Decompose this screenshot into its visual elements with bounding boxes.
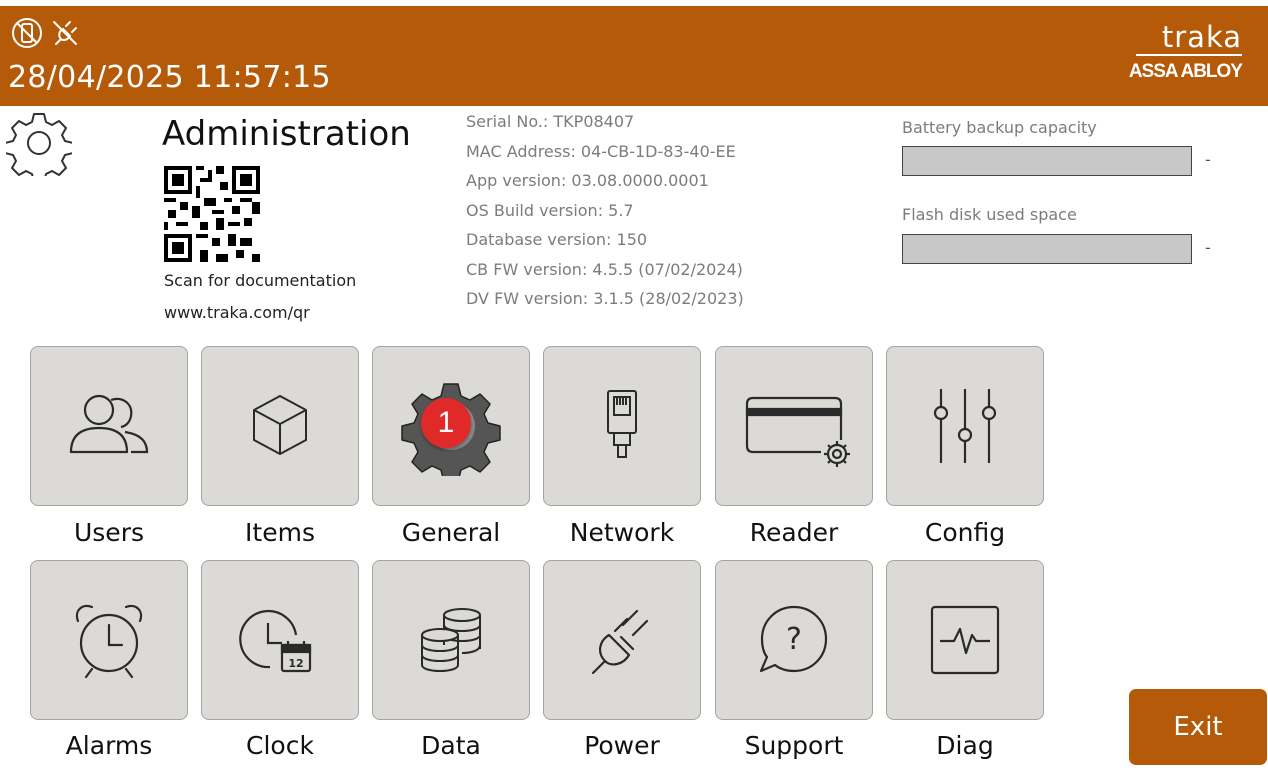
tile-items-label: Items [245, 518, 315, 547]
tile-network[interactable] [543, 346, 701, 506]
notification-badge: 1 [421, 398, 471, 448]
users-icon [69, 394, 149, 454]
qr-caption: Scan for documentation [164, 271, 357, 290]
sliders-icon [933, 389, 997, 463]
battery-bar [902, 146, 1192, 176]
tile-reader-label: Reader [749, 518, 839, 547]
tile-general-label: General [401, 518, 501, 547]
tile-diag[interactable] [886, 560, 1044, 720]
pulse-monitor-icon [930, 605, 1000, 675]
info-serial: Serial No.: TKP08407 [466, 112, 635, 131]
info-os-build: OS Build version: 5.7 [466, 200, 634, 220]
card-reader-icon [745, 396, 850, 467]
database-icon [421, 608, 481, 672]
brand-sub: ASSA ABLOY [1128, 61, 1243, 82]
tile-power-label: Power [584, 731, 660, 760]
help-bubble-icon: ? [759, 605, 828, 673]
info-dv-fw: DV FW version: 3.1.5 (28/02/2023) [466, 289, 744, 308]
tile-config-label: Config [924, 518, 1006, 547]
tile-support-label: Support [744, 731, 844, 760]
alarm-clock-icon [75, 604, 143, 679]
tile-diag-label: Diag [936, 731, 994, 760]
clock-calendar-icon: 12 [239, 609, 312, 673]
tile-users-label: Users [73, 518, 144, 547]
flash-label: Flash disk used space [902, 205, 1077, 224]
no-mobile-icon [12, 18, 42, 48]
brand-logo: traka ASSA ABLOY [1122, 20, 1243, 83]
tile-clock-label: Clock [246, 731, 314, 760]
tile-network-label: Network [569, 518, 675, 547]
tile-users[interactable] [30, 346, 188, 506]
info-cb-fw: CB FW version: 4.5.5 (07/02/2024) [466, 259, 743, 279]
unplugged-icon [53, 21, 77, 45]
qr-url: www.traka.com/qr [164, 303, 310, 322]
tile-config[interactable] [886, 346, 1044, 506]
page-title: Administration [162, 114, 411, 154]
flash-bar [902, 234, 1192, 264]
tile-reader[interactable] [715, 346, 873, 506]
svg-text:?: ? [786, 622, 802, 657]
settings-gear-icon [6, 113, 72, 176]
ethernet-icon [607, 390, 637, 458]
tile-items[interactable] [201, 346, 359, 506]
header-bar: 28/04/2025 11:57:15 traka ASSA ABLOY [0, 6, 1268, 106]
info-app-version: App version: 03.08.0000.0001 [466, 171, 709, 190]
flash-value: - [1205, 238, 1211, 257]
plug-icon [591, 609, 649, 675]
brand-divider [1136, 54, 1242, 56]
info-database-version: Database version: 150 [466, 230, 648, 249]
info-mac: MAC Address: 04-CB-1D-83-40-EE [466, 141, 736, 161]
tile-alarms[interactable] [30, 560, 188, 720]
qr-code [164, 166, 260, 262]
tile-data[interactable] [372, 560, 530, 720]
brand-name: traka [1161, 20, 1242, 54]
battery-value: - [1205, 150, 1211, 169]
tile-alarms-label: Alarms [65, 731, 153, 760]
datetime: 28/04/2025 11:57:15 [8, 60, 331, 95]
exit-button[interactable]: Exit [1129, 689, 1267, 765]
battery-label: Battery backup capacity [902, 118, 1097, 137]
cube-icon [253, 395, 307, 455]
device-info-list: Serial No.: TKP08407 MAC Address: 04-CB-… [466, 112, 744, 319]
tile-power[interactable] [543, 560, 701, 720]
svg-text:12: 12 [288, 657, 303, 670]
tile-clock[interactable]: 12 [201, 560, 359, 720]
tile-support[interactable]: ? [715, 560, 873, 720]
tile-data-label: Data [421, 731, 481, 760]
